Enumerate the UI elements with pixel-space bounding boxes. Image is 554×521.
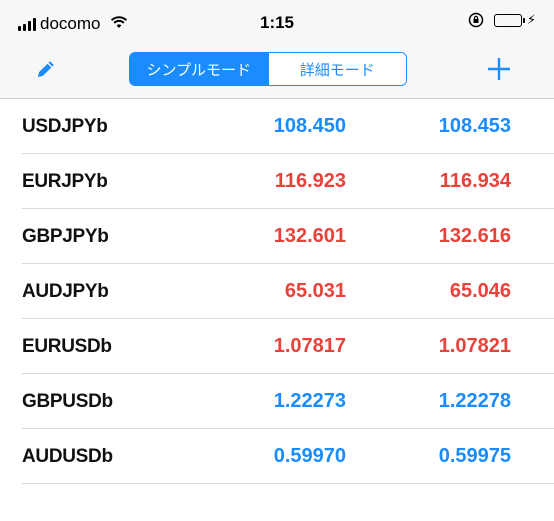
quote-list: USDJPYb 108.450 108.453 EURJPYb 116.923 … (0, 99, 554, 484)
edit-button[interactable] (30, 55, 62, 87)
ask-price: 1.07821 (438, 335, 511, 357)
ask-price: 108.453 (438, 115, 511, 137)
symbol-label: AUDUSDb (22, 446, 113, 467)
bid-price: 0.59970 (273, 445, 346, 467)
symbol-label: GBPUSDb (22, 391, 113, 412)
ask-price: 116.934 (439, 170, 511, 192)
orientation-lock-icon (468, 12, 484, 28)
symbol-label: EURJPYb (22, 171, 108, 192)
quote-row-gbpusdb[interactable]: GBPUSDb 1.22273 1.22278 (0, 374, 554, 429)
quote-row-audjpyb[interactable]: AUDJPYb 65.031 65.046 (0, 264, 554, 319)
symbol-label: USDJPYb (22, 116, 108, 137)
battery-icon: ⚡ (493, 12, 536, 28)
status-right: ⚡ (468, 12, 536, 28)
symbol-label: AUDJPYb (22, 281, 109, 302)
segment-simple-mode[interactable]: シンプルモード (130, 53, 268, 85)
symbol-label: GBPJPYb (22, 226, 109, 247)
status-bar: docomo 1:15 ⚡ (0, 0, 554, 44)
quote-row-eurusdb[interactable]: EURUSDb 1.07817 1.07821 (0, 319, 554, 374)
quote-row-eurjpyb[interactable]: EURJPYb 116.923 116.934 (0, 154, 554, 209)
bid-price: 108.450 (273, 115, 346, 137)
ask-price: 1.22278 (438, 390, 511, 412)
bid-price: 116.923 (274, 170, 346, 192)
ask-price: 132.616 (438, 225, 511, 247)
bid-price: 1.07817 (273, 335, 346, 357)
bid-price: 132.601 (273, 225, 346, 247)
ask-price: 65.046 (449, 280, 511, 302)
ask-price: 0.59975 (438, 445, 511, 467)
nav-bar: シンプルモード 詳細モード (0, 44, 554, 99)
add-button[interactable] (482, 54, 516, 88)
quote-row-usdjpyb[interactable]: USDJPYb 108.450 108.453 (0, 99, 554, 154)
bid-price: 1.22273 (273, 390, 346, 412)
symbol-label: EURUSDb (22, 336, 112, 357)
bid-price: 65.031 (284, 280, 346, 302)
quote-row-audusdb[interactable]: AUDUSDb 0.59970 0.59975 (0, 429, 554, 484)
mode-segmented-control: シンプルモード 詳細モード (129, 52, 407, 86)
pencil-icon (34, 57, 58, 86)
segment-detail-mode[interactable]: 詳細モード (267, 53, 406, 85)
plus-icon (486, 56, 512, 87)
quote-row-gbpjpyb[interactable]: GBPJPYb 132.601 132.616 (0, 209, 554, 264)
